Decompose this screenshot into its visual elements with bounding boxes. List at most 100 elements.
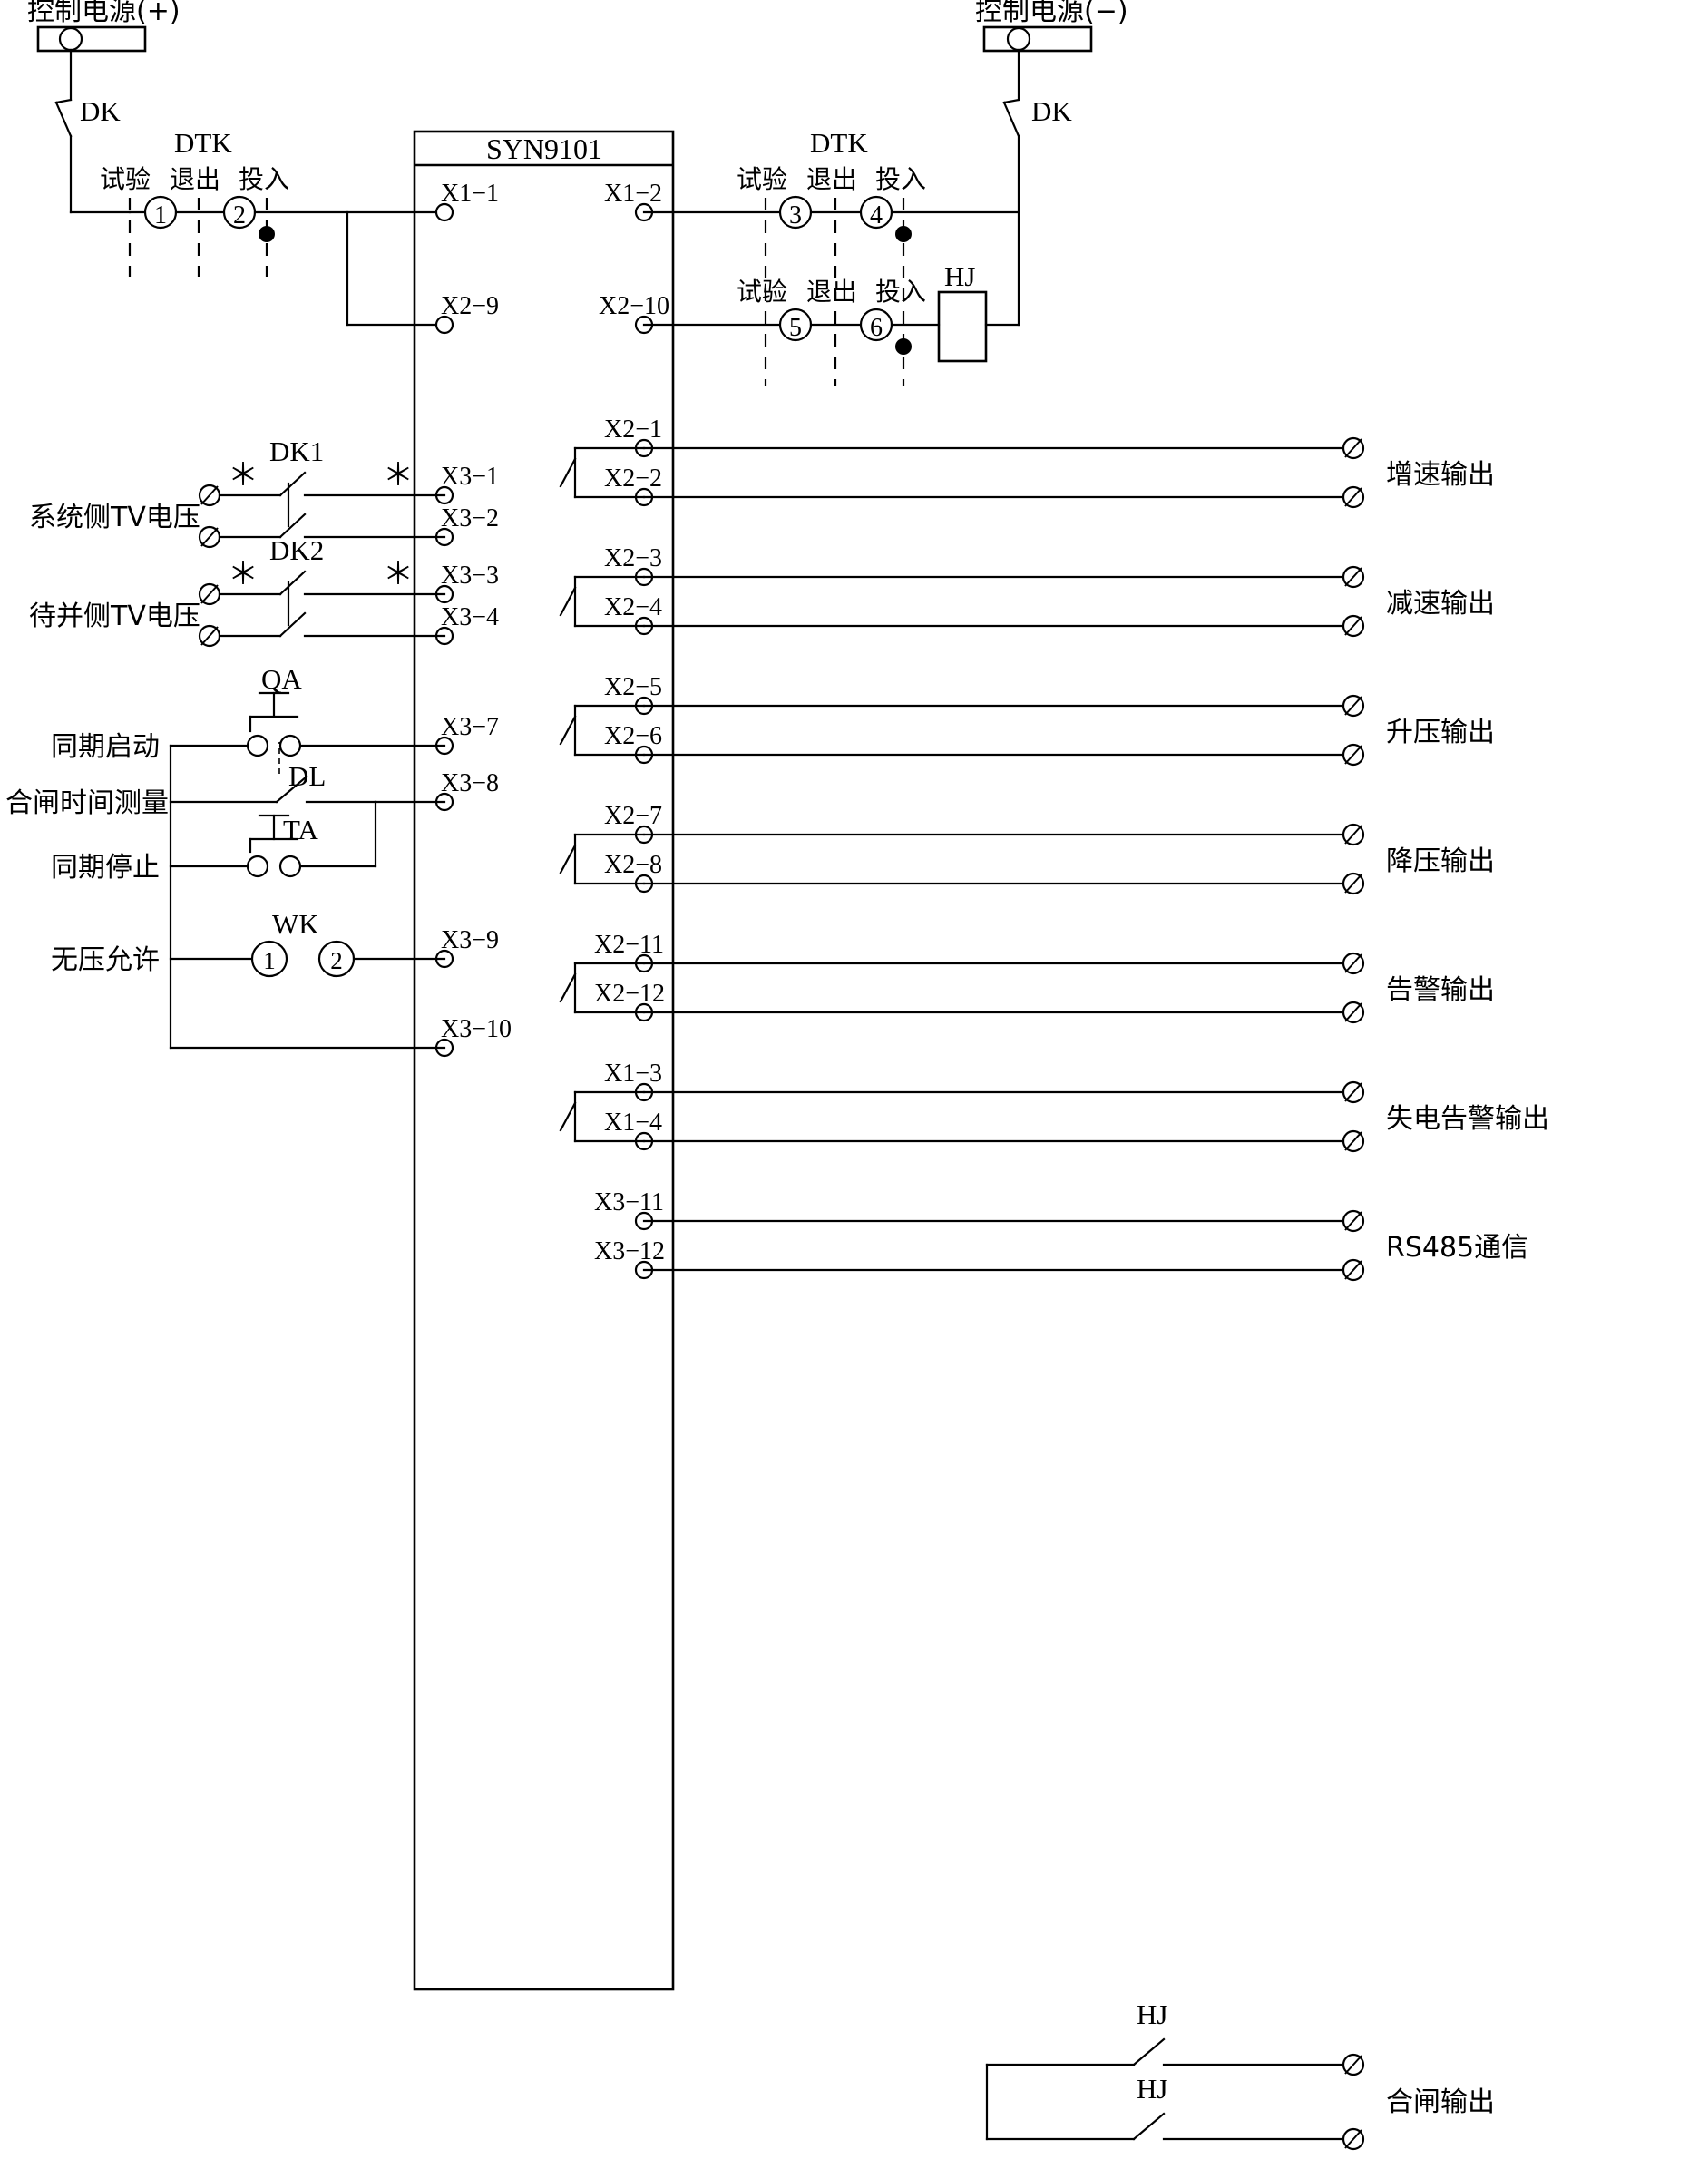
output-contact-group-2[interactable] [559,694,1365,767]
label-switch-6: 6 [870,314,883,342]
terminal-label-x1-2: X1−2 [604,180,662,208]
output-contact-group-5[interactable] [559,1080,1365,1153]
label-dtk-r1-test: 试验 [737,164,787,194]
output-label-0: 增速输出 [1386,459,1495,491]
label-switch-2: 2 [233,201,246,230]
label-hj-coil: HJ [944,260,975,292]
terminal-label-x3-2: X3−2 [441,504,499,532]
junction-dot-left [259,226,275,242]
qa-pushbutton[interactable] [169,691,446,757]
label-wk-terminal-2: 2 [330,947,343,974]
schematic-canvas: 控制电源(+) 控制电源(−) DK DK DTK DTK 试验 退出 投入 试… [5,0,1549,2151]
label-dtk-r1-in: 投入 [875,164,926,194]
terminal-label-x2-2: X2−2 [604,464,662,493]
label-dtk-left-exit: 退出 [170,164,220,194]
label-switch-1: 1 [154,201,167,230]
dtk-contact-1[interactable] [128,195,225,230]
label-dtk-right: DTK [810,127,868,159]
output-label-4: 告警输出 [1386,974,1495,1006]
output-contact-group-0[interactable] [559,436,1365,509]
terminal-label-x3-11: X3−11 [594,1188,664,1216]
polarity-mark-icon-2: ＊ [383,459,414,493]
output-label-3: 降压输出 [1386,845,1495,877]
output-label-1: 减速输出 [1386,588,1495,620]
label-close-output: 合闸输出 [1386,2086,1495,2118]
terminal-label-x1-4: X1−4 [604,1109,662,1137]
terminal-label-x3-8: X3−8 [441,769,499,797]
left-dk-switch[interactable] [54,98,73,214]
label-wk: WK [272,908,319,940]
label-dtk-left-test: 试验 [100,164,151,194]
terminal-label-x3-9: X3−9 [441,926,499,954]
terminal-label-x3-4: X3−4 [441,603,499,631]
label-tv-system: 系统侧TV电压 [29,502,200,533]
label-sync-stop: 同期停止 [51,852,160,884]
label-switch-3: 3 [789,201,802,230]
label-no-voltage: 无压允许 [51,944,160,976]
label-dk2: DK2 [269,534,324,566]
label-tv-incoming: 待并侧TV电压 [29,601,200,632]
output-contact-group-6[interactable] [642,1209,1365,1282]
label-close-time: 合闸时间测量 [5,787,169,819]
terminal-label-x2-10: X2−10 [599,292,669,320]
output-label-5: 失电告警输出 [1386,1103,1549,1135]
label-dtk-r1-exit: 退出 [806,164,857,194]
polarity-mark-icon-3: ＊ [228,558,259,591]
label-hj-contact-bottom: HJ [1137,2073,1167,2105]
label-dtk-r2-test: 试验 [737,277,787,307]
terminal-label-x2-6: X2−6 [604,722,662,750]
terminal-label-x2-11: X2−11 [594,931,664,959]
wk-switch[interactable] [169,940,446,978]
terminal-label-x2-3: X2−3 [604,544,662,572]
right-power-terminal-block [982,25,1093,53]
label-switch-4: 4 [870,201,883,230]
terminal-label-x2-4: X2−4 [604,593,662,621]
terminal-label-x2-9: X2−9 [441,292,499,320]
label-dtk-r2-in: 投入 [875,277,926,307]
terminal-label-x2-1: X2−1 [604,415,662,444]
polarity-mark-icon-4: ＊ [383,558,414,591]
terminal-label-x3-7: X3−7 [441,713,499,741]
ta-pushbutton[interactable] [169,800,377,878]
terminal-label-x1-3: X1−3 [604,1060,662,1088]
label-ta: TA [283,814,318,845]
label-dtk-left: DTK [174,127,232,159]
dtk-contact-5[interactable] [642,308,862,342]
junction-dot-right-lower [895,338,912,355]
terminal-label-x2-8: X2−8 [604,851,662,879]
output-contact-group-4[interactable] [559,952,1365,1024]
terminal-label-x3-3: X3−3 [441,562,499,590]
terminal-label-x3-1: X3−1 [441,463,499,491]
label-hj-contact-top: HJ [1137,1998,1167,2030]
label-dk-left: DK [80,95,121,127]
output-label-6: RS485通信 [1386,1232,1528,1264]
label-wk-terminal-1: 1 [263,947,276,974]
dtk-contact-4[interactable] [859,195,1020,230]
right-power-rail [1006,26,1031,102]
label-dtk-r2-exit: 退出 [806,277,857,307]
terminal-label-x2-7: X2−7 [604,802,662,830]
right-dk-switch[interactable] [1002,98,1020,214]
output-contact-group-1[interactable] [559,565,1365,638]
terminal-label-x3-12: X3−12 [594,1237,665,1265]
label-qa: QA [261,663,302,695]
x1-1-to-x2-9-bridge [346,210,446,327]
polarity-mark-icon-1: ＊ [228,459,259,493]
terminal-label-x2-5: X2−5 [604,673,662,701]
label-power-left: 控制电源(+) [27,0,181,27]
output-contact-group-3[interactable] [559,823,1365,895]
left-power-terminal-block [36,25,147,102]
label-dtk-left-in: 投入 [239,164,289,194]
label-dk-right: DK [1031,95,1072,127]
junction-dot-right-upper [895,226,912,242]
page-title: SYN9101 [486,132,602,165]
terminal-label-x2-12: X2−12 [594,980,665,1008]
label-dk1: DK1 [269,435,324,467]
output-label-2: 升压输出 [1386,717,1495,748]
label-switch-5: 5 [789,314,802,342]
dtk-contact-2[interactable] [222,195,446,230]
close-output-contacts[interactable] [985,2037,1365,2151]
terminal-label-x1-1: X1−1 [441,180,499,208]
schematic-sheet: 控制电源(+) 控制电源(−) DK DK DTK DTK 试验 退出 投入 试… [0,0,1708,2169]
dtk-contact-3[interactable] [642,195,862,230]
